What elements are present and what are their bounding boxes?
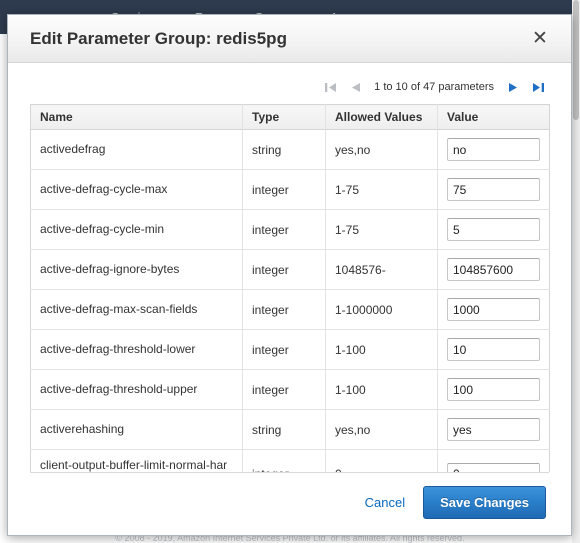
parameter-value-input[interactable] [447, 178, 540, 201]
parameter-allowed-values-cell: 1-100 [325, 369, 438, 410]
dialog-titlebar: Edit Parameter Group: redis5pg ✕ [8, 15, 571, 63]
dialog-title: Edit Parameter Group: redis5pg [30, 28, 287, 48]
parameter-name-cell: active-defrag-threshold-lower [30, 329, 243, 370]
parameter-allowed-values-cell: 1-100 [325, 329, 438, 370]
parameter-type-cell: integer [242, 169, 326, 210]
parameter-name-cell: active-defrag-cycle-max [30, 169, 243, 210]
parameter-value-cell [437, 209, 550, 250]
parameter-allowed-values-cell: 1-75 [325, 209, 438, 250]
parameter-type-cell: integer [242, 329, 326, 370]
table-row: activedefrag string yes,no [30, 129, 550, 170]
parameter-allowed-values-cell: 1048576- [325, 249, 438, 290]
parameter-value-cell [437, 369, 550, 410]
parameter-type-cell: integer [242, 289, 326, 330]
parameter-name-cell: active-defrag-threshold-upper [30, 369, 243, 410]
parameter-name-cell: active-defrag-ignore-bytes [30, 249, 243, 290]
parameter-value-cell [437, 289, 550, 330]
parameters-table-body: activedefragstringyes,noactive-defrag-cy… [30, 129, 550, 472]
parameter-name-cell: client-output-buffer-limit-normal-hard-l… [30, 449, 243, 472]
cancel-button[interactable]: Cancel [365, 495, 405, 510]
parameter-value-cell [437, 169, 550, 210]
save-changes-button[interactable]: Save Changes [423, 486, 546, 519]
parameter-value-input[interactable] [447, 258, 540, 281]
parameter-name-cell: active-defrag-cycle-min [30, 209, 243, 250]
table-header-row: Name Type Allowed Values Value [30, 104, 550, 130]
dialog-body: 1 to 10 of 47 parameters Name Type Allow… [8, 63, 571, 472]
table-row: activerehashing string yes,no [30, 409, 550, 450]
parameter-value-input[interactable] [447, 138, 540, 161]
column-header-allowed-values[interactable]: Allowed Values [325, 104, 438, 130]
table-row: active-defrag-ignore-bytes integer 1048576… [30, 249, 550, 290]
parameter-name-cell: activerehashing [30, 409, 243, 450]
previous-page-icon[interactable] [347, 79, 363, 95]
parameter-value-input[interactable] [447, 462, 540, 472]
table-row: active-defrag-max-scan-fields integer 1-10… [30, 289, 550, 330]
parameter-value-input[interactable] [447, 378, 540, 401]
last-page-icon[interactable] [530, 79, 546, 95]
column-header-name[interactable]: Name [30, 104, 243, 130]
parameter-value-cell [437, 129, 550, 170]
parameter-type-cell: integer [242, 249, 326, 290]
table-row: active-defrag-cycle-min integer 1-75 [30, 209, 550, 250]
parameter-type-cell: integer [242, 449, 326, 472]
parameter-value-input[interactable] [447, 338, 540, 361]
parameter-type-cell: integer [242, 209, 326, 250]
page-scrollbar-thumb[interactable] [573, 0, 579, 120]
parameter-name-cell: active-defrag-max-scan-fields [30, 289, 243, 330]
parameters-table: Name Type Allowed Values Value activedef… [30, 104, 550, 472]
parameter-allowed-values-cell: 1-1000000 [325, 289, 438, 330]
parameter-allowed-values-cell: 1-75 [325, 169, 438, 210]
table-row: active-defrag-threshold-lower integer 1-10… [30, 329, 550, 370]
pagination-controls: 1 to 10 of 47 parameters [30, 77, 549, 97]
parameter-value-input[interactable] [447, 298, 540, 321]
table-row: active-defrag-threshold-upper integer 1-10… [30, 369, 550, 410]
parameter-allowed-values-cell: yes,no [325, 409, 438, 450]
parameter-type-cell: string [242, 409, 326, 450]
parameter-allowed-values-cell: yes,no [325, 129, 438, 170]
next-page-icon[interactable] [505, 79, 521, 95]
edit-parameter-group-dialog: Edit Parameter Group: redis5pg ✕ 1 to 10… [7, 14, 572, 536]
parameters-table-header: Name Type Allowed Values Value [30, 104, 550, 130]
parameter-value-cell [437, 449, 550, 472]
parameter-name-cell: activedefrag [30, 129, 243, 170]
parameter-type-cell: string [242, 129, 326, 170]
table-row: active-defrag-cycle-max integer 1-75 [30, 169, 550, 210]
table-row: client-output-buffer-limit-normal-hard-l… [30, 449, 550, 472]
page-scrollbar[interactable] [572, 0, 580, 543]
parameter-type-cell: integer [242, 369, 326, 410]
pagination-label: 1 to 10 of 47 parameters [374, 81, 494, 93]
parameter-value-cell [437, 249, 550, 290]
first-page-icon[interactable] [322, 79, 338, 95]
parameter-value-cell [437, 409, 550, 450]
close-icon[interactable]: ✕ [527, 26, 553, 52]
parameter-value-input[interactable] [447, 418, 540, 441]
column-header-type[interactable]: Type [242, 104, 326, 130]
parameter-value-input[interactable] [447, 218, 540, 241]
parameter-allowed-values-cell: 0- [325, 449, 438, 472]
dialog-footer: Cancel Save Changes [30, 472, 549, 535]
parameter-value-cell [437, 329, 550, 370]
column-header-value[interactable]: Value [437, 104, 550, 130]
